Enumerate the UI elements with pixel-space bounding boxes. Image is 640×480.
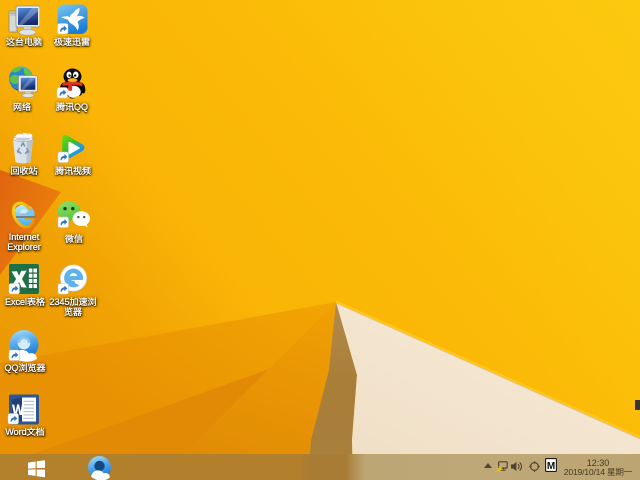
svg-text:M: M [547,461,555,472]
